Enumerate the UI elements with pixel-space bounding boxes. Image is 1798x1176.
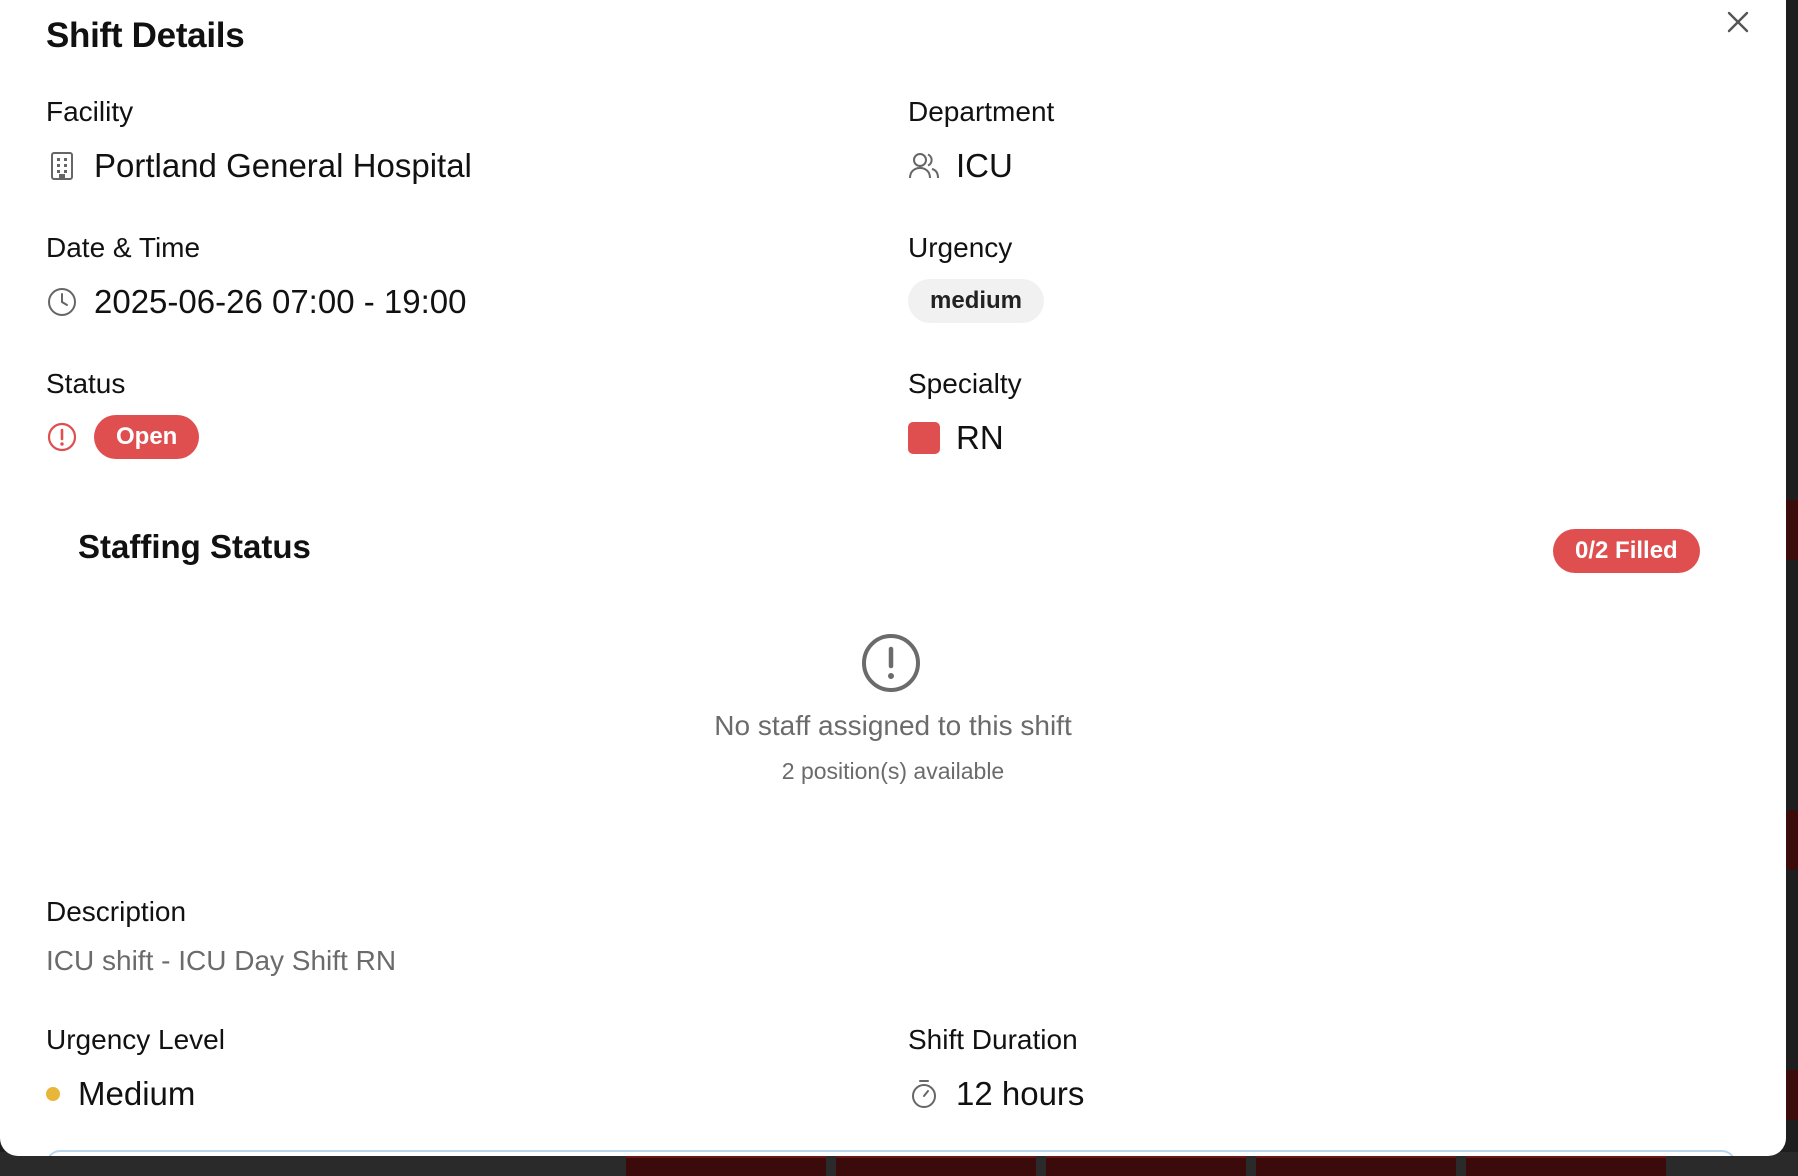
facility-label: Facility bbox=[46, 96, 134, 127]
datetime-row: 2025-06-26 07:00 - 19:00 bbox=[46, 280, 466, 324]
specialty-value: RN bbox=[956, 419, 1004, 456]
timer-icon bbox=[908, 1078, 940, 1110]
shift-details-modal: Shift Details Facility Portland General … bbox=[0, 0, 1786, 1156]
modal-title: Shift Details bbox=[46, 16, 245, 55]
alert-circle-icon bbox=[862, 634, 920, 692]
specialty-color-swatch bbox=[908, 422, 940, 454]
empty-staff-message: No staff assigned to this shift bbox=[714, 710, 1072, 741]
background-app-strip bbox=[1786, 810, 1798, 870]
filled-count-badge: 0/2 Filled bbox=[1553, 529, 1700, 573]
shift-duration-value: 12 hours bbox=[956, 1075, 1085, 1112]
building-icon bbox=[46, 150, 78, 182]
shift-duration-label: Shift Duration bbox=[908, 1024, 1078, 1055]
background-calendar-cell bbox=[1466, 1156, 1666, 1176]
background-app-strip bbox=[1786, 1070, 1798, 1120]
datetime-value: 2025-06-26 07:00 - 19:00 bbox=[94, 283, 467, 320]
alert-circle-icon bbox=[46, 421, 78, 453]
department-label: Department bbox=[908, 96, 1055, 127]
urgency-row: medium bbox=[908, 279, 1045, 323]
urgency-level-label: Urgency Level bbox=[46, 1024, 225, 1055]
urgency-label: Urgency bbox=[908, 232, 1013, 263]
background-calendar-cell bbox=[626, 1156, 826, 1176]
department-row: ICU bbox=[908, 144, 1013, 188]
status-row: Open bbox=[46, 415, 200, 459]
shift-duration-row: 12 hours bbox=[908, 1072, 1084, 1116]
datetime-label: Date & Time bbox=[46, 232, 201, 263]
background-calendar-cell bbox=[1046, 1156, 1246, 1176]
background-calendar-cell bbox=[1256, 1156, 1456, 1176]
close-button[interactable] bbox=[1720, 4, 1756, 40]
department-value: ICU bbox=[956, 147, 1013, 184]
status-label: Status bbox=[46, 368, 126, 399]
background-app-strip bbox=[1786, 500, 1798, 560]
urgency-badge: medium bbox=[908, 279, 1045, 323]
close-icon bbox=[1727, 11, 1749, 33]
staffing-status-title: Staffing Status bbox=[78, 528, 311, 565]
urgency-level-value: Medium bbox=[78, 1075, 196, 1112]
urgency-dot bbox=[46, 1087, 60, 1101]
description-label: Description bbox=[46, 896, 187, 927]
clock-icon bbox=[46, 286, 78, 318]
background-calendar-cell bbox=[836, 1156, 1036, 1176]
description-text: ICU shift - ICU Day Shift RN bbox=[46, 945, 397, 976]
specialty-label: Specialty bbox=[908, 368, 1022, 399]
positions-available-text: 2 position(s) available bbox=[781, 758, 1005, 784]
facility-value: Portland General Hospital bbox=[94, 147, 472, 184]
next-section-card bbox=[46, 1150, 1736, 1156]
specialty-row: RN bbox=[908, 416, 1004, 460]
status-badge: Open bbox=[94, 415, 200, 459]
facility-row: Portland General Hospital bbox=[46, 144, 472, 188]
users-icon bbox=[908, 150, 940, 182]
urgency-level-row: Medium bbox=[46, 1072, 195, 1116]
